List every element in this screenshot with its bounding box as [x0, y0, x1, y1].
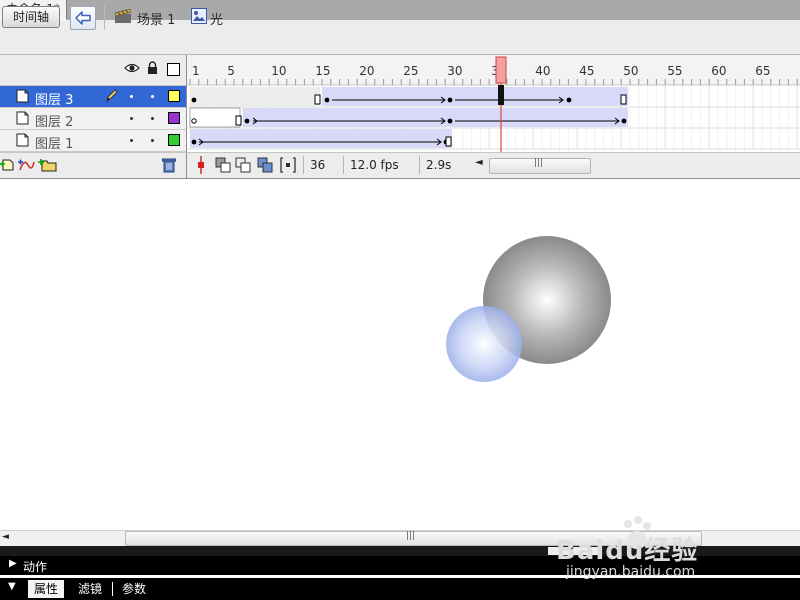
tab-properties[interactable]: 属性 [28, 580, 65, 598]
layer-row-1[interactable]: 图层 1 [0, 130, 186, 152]
trash-icon[interactable] [162, 158, 176, 173]
layer2-empty-keyframe [191, 118, 197, 124]
watermark-brand: Baidu经验 [556, 536, 699, 566]
layer3-end-frame [620, 94, 627, 105]
clapperboard-icon [114, 8, 132, 23]
playhead[interactable] [495, 56, 507, 84]
layer3-keyframe [324, 97, 330, 103]
layer3-tween-span [322, 87, 628, 106]
insert-layer-icon[interactable] [0, 158, 16, 172]
frame-number-label: 50 [623, 64, 638, 78]
add-motion-guide-icon[interactable] [18, 158, 36, 172]
center-frame-icon[interactable] [195, 156, 207, 174]
lock-dot[interactable] [151, 139, 154, 142]
onion-skin-outlines-icon[interactable] [235, 157, 251, 173]
tab-filters[interactable]: 滤镜 [72, 580, 108, 598]
frame-number-label: 65 [755, 64, 770, 78]
graphic-symbol-icon [191, 8, 207, 24]
frame-number-label: 60 [711, 64, 726, 78]
layer2-tween-span [243, 108, 628, 127]
scroll-left-arrow-icon[interactable]: ◄ [475, 157, 483, 168]
visibility-dot[interactable] [130, 117, 133, 120]
timeline-toggle-button[interactable]: 时间轴 [2, 6, 60, 28]
outline-toggle-icon[interactable] [167, 63, 180, 76]
layer-header [0, 55, 186, 86]
expand-arrow-icon: ▶ [9, 558, 17, 569]
symbol-breadcrumb[interactable]: 光 [210, 9, 223, 28]
current-frame-readout: 36 [303, 156, 348, 174]
timeline-status-bar: 36 12.0 fps 2.9s ◄ ||| [186, 152, 800, 178]
stage[interactable] [0, 178, 800, 531]
layer-page-icon [16, 89, 29, 103]
back-button[interactable] [70, 6, 96, 30]
frame-number-label: 40 [535, 64, 550, 78]
layer3-static-span [190, 87, 320, 106]
pencil-icon [106, 89, 118, 102]
layer-row-3[interactable]: 图层 3 [0, 86, 186, 108]
layer3-end-frame [314, 94, 321, 105]
stage-canvas [446, 236, 611, 382]
watermark-url: jingyan.baidu.com [566, 564, 696, 580]
blue-sphere[interactable] [446, 306, 522, 382]
timeline-scroll-thumb[interactable]: ||| [489, 158, 591, 174]
scene-breadcrumb[interactable]: 场景 1 [137, 9, 175, 28]
visibility-dot[interactable] [130, 139, 133, 142]
layer-tools-bar [0, 152, 186, 178]
frame-grid[interactable]: 151015202530354045505560657 [186, 55, 800, 152]
frame-number-label: 45 [579, 64, 594, 78]
lock-dot[interactable] [151, 117, 154, 120]
layer3-keyframe [447, 97, 453, 103]
layer-name: 图层 3 [35, 93, 74, 108]
grip-icon: ||| [534, 158, 544, 168]
visibility-dot[interactable] [130, 95, 133, 98]
eye-icon[interactable] [124, 62, 140, 74]
layer1-tween-span [190, 129, 452, 148]
scroll-left-arrow-icon[interactable]: ◄ [2, 532, 9, 542]
lock-dot[interactable] [151, 95, 154, 98]
outline-color-swatch[interactable] [168, 112, 180, 124]
frame-number-label: 55 [667, 64, 682, 78]
edit-bar-separator [104, 4, 105, 30]
tab-separator [112, 582, 113, 596]
frame-rate-readout[interactable]: 12.0 fps [343, 156, 418, 174]
frame-number-label: 15 [315, 64, 330, 78]
edit-multiple-frames-icon[interactable] [257, 157, 273, 173]
frame-number-label: 20 [359, 64, 374, 78]
modify-onion-markers-icon[interactable] [280, 157, 296, 173]
layer-row-2[interactable]: 图层 2 [0, 108, 186, 130]
tab-parameters[interactable]: 参数 [116, 580, 152, 598]
frame-number-label: 25 [403, 64, 418, 78]
grip-icon: ||| [406, 531, 416, 541]
actions-panel-title: 动作 [23, 560, 48, 574]
layer-name: 图层 2 [35, 115, 74, 130]
layer3-keyframe [566, 97, 572, 103]
insert-folder-icon[interactable] [38, 157, 58, 172]
back-arrow-icon [75, 11, 91, 25]
layer3-keyframe [191, 97, 197, 103]
outline-color-swatch[interactable] [168, 134, 180, 146]
onion-skin-icon[interactable] [215, 157, 231, 173]
current-frame-cell [498, 85, 504, 105]
frame-number-label: 1 [192, 64, 200, 78]
frame-number-label: 5 [227, 64, 235, 78]
layer-page-icon [16, 133, 29, 147]
frame-number-label: 30 [447, 64, 462, 78]
outline-color-swatch[interactable] [168, 90, 180, 102]
edit-bar [0, 20, 800, 55]
collapse-arrow-icon[interactable]: ▼ [8, 581, 16, 592]
lock-icon[interactable] [147, 61, 158, 75]
layer-name: 图层 1 [35, 137, 74, 152]
layer-page-icon [16, 111, 29, 125]
frame-number-label: 10 [271, 64, 286, 78]
elapsed-time-readout: 2.9s [419, 156, 470, 174]
watermark: Baidu经验 jingyan.baidu.com [556, 512, 756, 582]
